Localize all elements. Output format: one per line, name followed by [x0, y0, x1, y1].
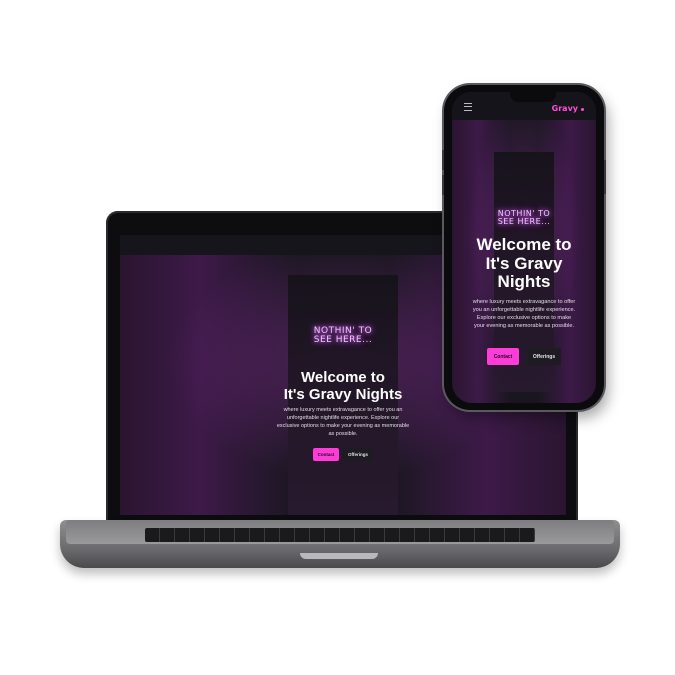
phone-hero-buttons: Contact Offerings — [452, 348, 596, 365]
laptop-trackpad-notch — [300, 553, 378, 559]
phone-side-button — [604, 160, 606, 194]
phone-hero-title: Welcome to It's Gravy Nights — [476, 235, 572, 292]
laptop-keyboard — [145, 528, 535, 542]
laptop-neon-sign: NOTHIN' TO SEE HERE... — [313, 326, 373, 346]
laptop-hero-text: where luxury meets extravagance to offer… — [276, 407, 410, 437]
laptop-offerings-button[interactable]: Offerings — [343, 448, 373, 461]
phone-notch — [510, 92, 556, 102]
phone-offerings-button[interactable]: Offerings — [527, 348, 561, 365]
phone-side-button — [442, 175, 444, 195]
phone-screen: Gravy NOTHIN' TO SEE HERE... Welcome to … — [452, 92, 596, 403]
phone-contact-button[interactable]: Contact — [487, 348, 519, 365]
phone-neon-sign: NOTHIN' TO SEE HERE... — [497, 209, 551, 227]
laptop-hero-buttons: Contact Offerings — [120, 448, 566, 461]
brand-logo[interactable]: Gravy — [552, 104, 578, 113]
laptop-contact-button[interactable]: Contact — [313, 448, 339, 461]
brand-dot-icon — [581, 108, 584, 111]
hamburger-menu-icon[interactable] — [464, 103, 472, 111]
phone-side-button — [442, 150, 444, 170]
phone-hero-text: where luxury meets extravagance to offer… — [472, 299, 576, 330]
